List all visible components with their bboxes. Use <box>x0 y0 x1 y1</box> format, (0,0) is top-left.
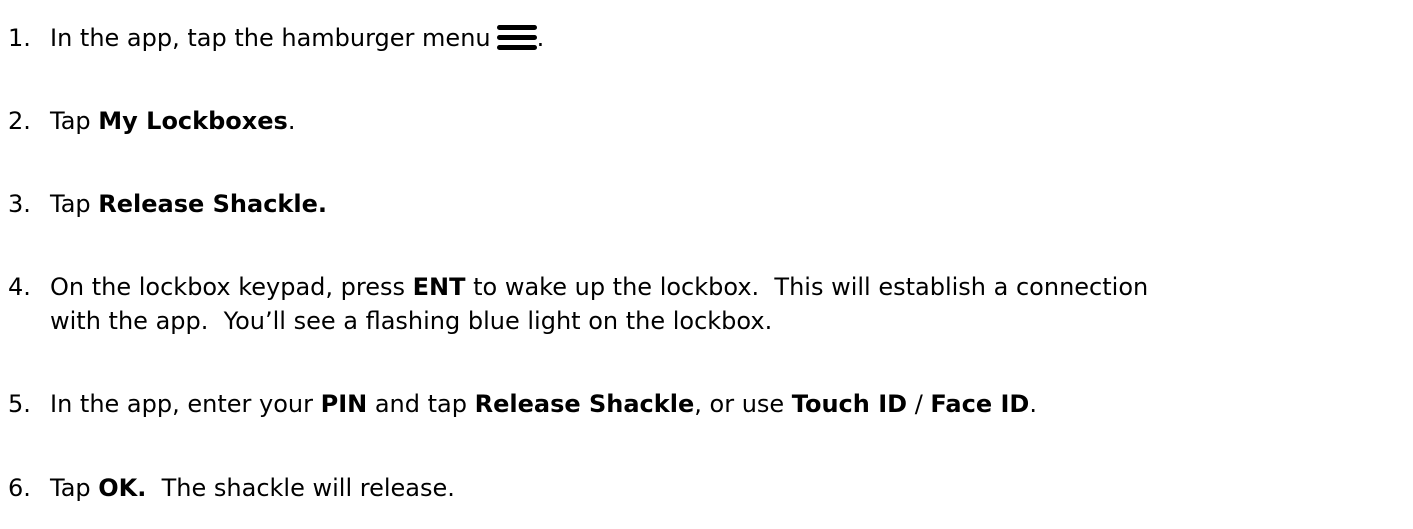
step-5: 5. In the app, enter your PIN and tap Re… <box>8 387 1409 421</box>
step-text-part: The shackle will release. <box>146 474 455 502</box>
step-text-line2: with the app. You’ll see a flashing blue… <box>50 307 773 335</box>
step-text: On the lockbox keypad, press ENT to wake… <box>50 270 1409 338</box>
step-keyword: Release Shackle. <box>98 190 328 218</box>
step-text-part: In the app, tap the hamburger menu <box>50 24 491 52</box>
step-text-part: Tap <box>50 474 99 502</box>
step-text: In the app, enter your PIN and tap Relea… <box>50 387 1409 421</box>
step-text-part: / <box>907 390 931 418</box>
instruction-list: 1. In the app, tap the hamburger menu. 2… <box>0 0 1413 529</box>
step-1: 1. In the app, tap the hamburger menu. <box>8 21 1409 55</box>
step-keyword: ENT <box>412 273 466 301</box>
step-number: 1. <box>8 24 31 52</box>
step-text: In the app, tap the hamburger menu. <box>50 21 1409 55</box>
step-keyword: Face ID <box>930 390 1030 418</box>
step-text-part: and tap <box>367 390 475 418</box>
step-text-part: Tap <box>50 107 99 135</box>
hamburger-menu-icon <box>496 25 537 51</box>
step-text: Tap Release Shackle. <box>50 187 1409 221</box>
step-text: Tap My Lockboxes. <box>50 104 1409 138</box>
step-text-part: Tap <box>50 190 99 218</box>
step-text-part: On the lockbox keypad, press <box>50 273 413 301</box>
step-number: 4. <box>8 273 31 301</box>
step-number: 3. <box>8 190 31 218</box>
step-text-part: . <box>287 107 296 135</box>
step-2: 2. Tap My Lockboxes. <box>8 104 1409 138</box>
step-keyword: Touch ID <box>791 390 908 418</box>
step-text-part: . <box>536 24 545 52</box>
step-6: 6. Tap OK. The shackle will release. <box>8 471 1409 505</box>
step-number: 2. <box>8 107 31 135</box>
step-text-part: . <box>1029 390 1037 418</box>
step-text-part: In the app, enter your <box>50 390 321 418</box>
step-keyword: Release Shackle <box>474 390 695 418</box>
step-keyword: My Lockboxes <box>98 107 288 135</box>
step-keyword: PIN <box>320 390 368 418</box>
step-number: 6. <box>8 474 31 502</box>
step-text-part: , or use <box>694 390 792 418</box>
step-text-part: to wake up the lockbox. This will establ… <box>465 273 1149 301</box>
step-4: 4. On the lockbox keypad, press ENT to w… <box>8 270 1409 338</box>
step-number: 5. <box>8 390 31 418</box>
step-text: Tap OK. The shackle will release. <box>50 471 1409 505</box>
step-3: 3. Tap Release Shackle. <box>8 187 1409 221</box>
step-keyword: OK. <box>98 474 147 502</box>
